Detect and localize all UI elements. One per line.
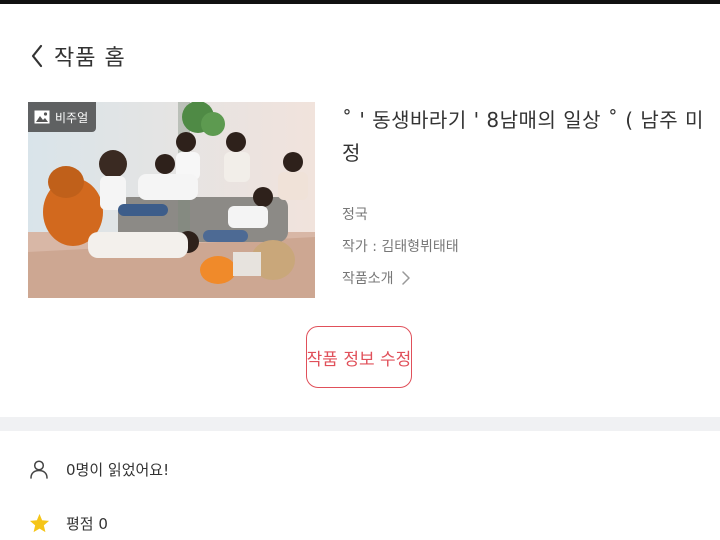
chevron-right-icon	[401, 271, 410, 285]
chevron-left-icon[interactable]	[28, 43, 46, 69]
rating: 평점 0	[28, 512, 108, 534]
work-intro-label: 작품소개	[342, 271, 394, 287]
cover-image[interactable]: 비주얼	[28, 102, 315, 298]
work-author[interactable]: 작가 : 김태형뷔태태	[342, 236, 459, 256]
work-title: ˚ ' 동생바라기 ' 8남매의 일상 ˚ ( 남주 미정	[342, 108, 704, 165]
work-genre: 정국	[342, 207, 368, 223]
edit-work-info-button[interactable]: 작품 정보 수정	[306, 326, 412, 388]
page-title: 작품 홈	[54, 46, 126, 71]
work-intro-link[interactable]: 작품소개	[342, 268, 410, 288]
work-info: ˚ ' 동생바라기 ' 8남매의 일상 ˚ ( 남주 미정 정국 작가 : 김태…	[342, 104, 712, 287]
readers-text: 0명이 읽었어요!	[66, 460, 170, 479]
top-bar	[0, 0, 720, 4]
rating-text: 평점 0	[66, 514, 108, 533]
image-icon	[34, 110, 50, 124]
page-header: 작품 홈	[28, 36, 126, 76]
readers-count: 0명이 읽었어요!	[28, 458, 169, 480]
star-icon	[28, 512, 50, 534]
person-icon	[28, 458, 50, 480]
visual-badge-label: 비주얼	[55, 110, 89, 125]
section-divider	[0, 417, 720, 431]
visual-badge: 비주얼	[28, 102, 97, 132]
